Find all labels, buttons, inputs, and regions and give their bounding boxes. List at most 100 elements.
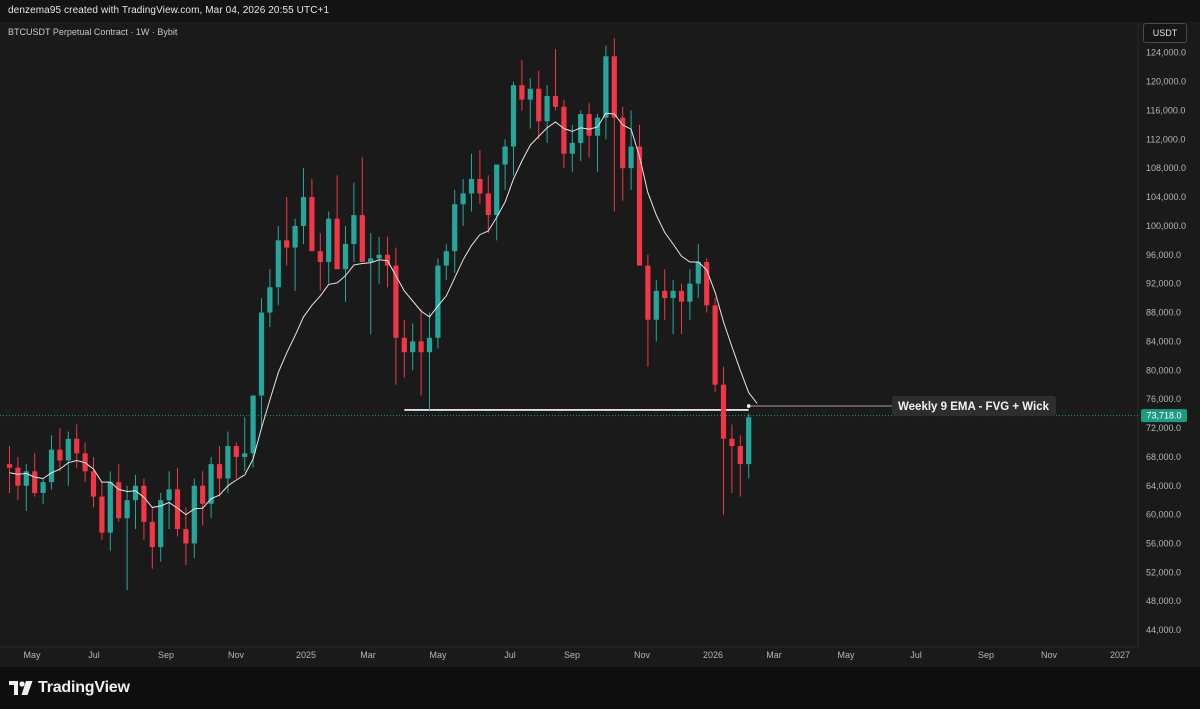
y-tick-label: 92,000.0 <box>1146 279 1181 289</box>
candle-body <box>141 485 147 522</box>
y-tick-label: 60,000.0 <box>1146 510 1181 520</box>
candle-body <box>678 290 685 302</box>
candle-body <box>662 290 668 299</box>
footer-bar: TradingView <box>0 667 1200 709</box>
y-tick-label: 64,000.0 <box>1146 481 1181 491</box>
candle-body <box>284 240 290 248</box>
candle-body <box>670 290 676 299</box>
candle-body <box>166 489 172 501</box>
y-tick-label: 72,000.0 <box>1146 423 1181 433</box>
candle-body <box>494 164 500 216</box>
x-tick-label: May <box>429 650 447 660</box>
candle-body <box>15 467 21 486</box>
candle-body <box>485 193 491 216</box>
candle-body <box>132 485 139 501</box>
annotation-anchor-dot <box>746 404 751 408</box>
y-tick-label: 56,000.0 <box>1146 538 1181 548</box>
candle-body <box>695 262 701 284</box>
y-tick-label: 52,000.0 <box>1146 567 1181 577</box>
x-tick-label: Sep <box>158 650 174 660</box>
chart-area[interactable]: 124,000.0 120,000.0 116,000.0 112,000.0 108,… <box>0 22 1200 667</box>
tradingview-logo[interactable]: TradingView <box>9 679 130 697</box>
candle-body <box>6 464 13 468</box>
candle-body <box>561 106 567 154</box>
candle-body <box>435 265 441 338</box>
x-tick-label: Nov <box>634 650 651 660</box>
candle-body <box>426 337 433 353</box>
x-tick-label: Nov <box>228 650 245 660</box>
candle-body <box>544 96 550 122</box>
tradingview-logo-text: TradingView <box>38 679 130 696</box>
candle-body <box>687 283 693 302</box>
current-price-label: 73,718.0 <box>1146 411 1181 421</box>
candle-body <box>603 56 609 118</box>
candle-body <box>401 337 407 353</box>
price-chart[interactable]: 124,000.0 120,000.0 116,000.0 112,000.0 108,… <box>0 22 1200 667</box>
candle-body <box>342 243 349 270</box>
candle-body <box>48 449 55 483</box>
x-tick-label: Jul <box>910 650 922 660</box>
candle-body <box>334 218 340 270</box>
candle-body <box>712 305 718 385</box>
candle-body <box>536 88 542 122</box>
y-tick-label: 88,000.0 <box>1146 308 1181 318</box>
candle-body <box>519 85 525 100</box>
y-tick-label: 100,000.0 <box>1146 221 1186 231</box>
candle-body <box>645 265 651 320</box>
candle-body <box>317 251 323 263</box>
y-tick-label: 104,000.0 <box>1146 192 1186 202</box>
y-tick-label: 44,000.0 <box>1146 625 1181 635</box>
y-tick-label: 120,000.0 <box>1146 77 1186 87</box>
y-tick-label: 108,000.0 <box>1146 163 1186 173</box>
x-tick-label: Mar <box>360 650 376 660</box>
candle-body <box>586 114 592 136</box>
candle-body <box>309 197 315 252</box>
x-tick-label: Mar <box>766 650 782 660</box>
candle-body <box>410 341 416 353</box>
candle-body <box>233 446 239 457</box>
candle-body <box>611 56 617 118</box>
y-tick-label: 124,000.0 <box>1146 48 1186 58</box>
x-tick-label: Sep <box>564 650 580 660</box>
candle-body <box>267 287 273 313</box>
x-tick-label: Nov <box>1041 650 1058 660</box>
candle-body <box>418 341 424 353</box>
symbol-label[interactable]: BTCUSDT Perpetual Contract · 1W · Bybit <box>8 27 177 37</box>
candle-body <box>737 446 743 465</box>
y-tick-label: 112,000.0 <box>1146 134 1185 144</box>
x-tick-label: 2025 <box>296 650 316 660</box>
price-axis[interactable]: 124,000.0 120,000.0 116,000.0 112,000.0 108,… <box>1146 48 1186 635</box>
candle-body <box>292 225 298 248</box>
candle-body <box>746 417 752 465</box>
currency-selector[interactable]: USDT <box>1143 23 1187 43</box>
y-tick-label: 48,000.0 <box>1146 596 1181 606</box>
tradingview-logo-icon <box>9 681 33 695</box>
candle-body <box>191 485 197 544</box>
author-credit: denzema95 created with TradingView.com, … <box>8 5 330 16</box>
candle-body <box>124 500 130 519</box>
x-tick-label: 2026 <box>703 650 723 660</box>
candle-body <box>527 88 533 100</box>
candle-body <box>216 464 223 479</box>
candle-body <box>183 529 189 544</box>
candle-body <box>225 446 231 479</box>
y-tick-label: 76,000.0 <box>1146 394 1181 404</box>
x-tick-label: May <box>837 650 855 660</box>
candle-body <box>628 146 634 169</box>
candle-body <box>300 197 307 226</box>
candle-body <box>443 251 449 266</box>
candle-body <box>149 521 155 548</box>
x-tick-label: Jul <box>88 650 100 660</box>
header-bar: denzema95 created with TradingView.com, … <box>0 0 1200 23</box>
candle-body <box>326 218 332 263</box>
candle-body <box>275 240 281 288</box>
candle-body <box>368 258 374 263</box>
candle-body <box>653 290 659 320</box>
y-tick-label: 116,000.0 <box>1146 105 1185 115</box>
y-tick-label: 96,000.0 <box>1146 250 1181 260</box>
candle-body <box>40 482 46 493</box>
candle-body <box>99 496 105 533</box>
y-tick-label: 80,000.0 <box>1146 365 1181 375</box>
x-tick-label: Jul <box>504 650 516 660</box>
candle-body <box>250 395 256 454</box>
